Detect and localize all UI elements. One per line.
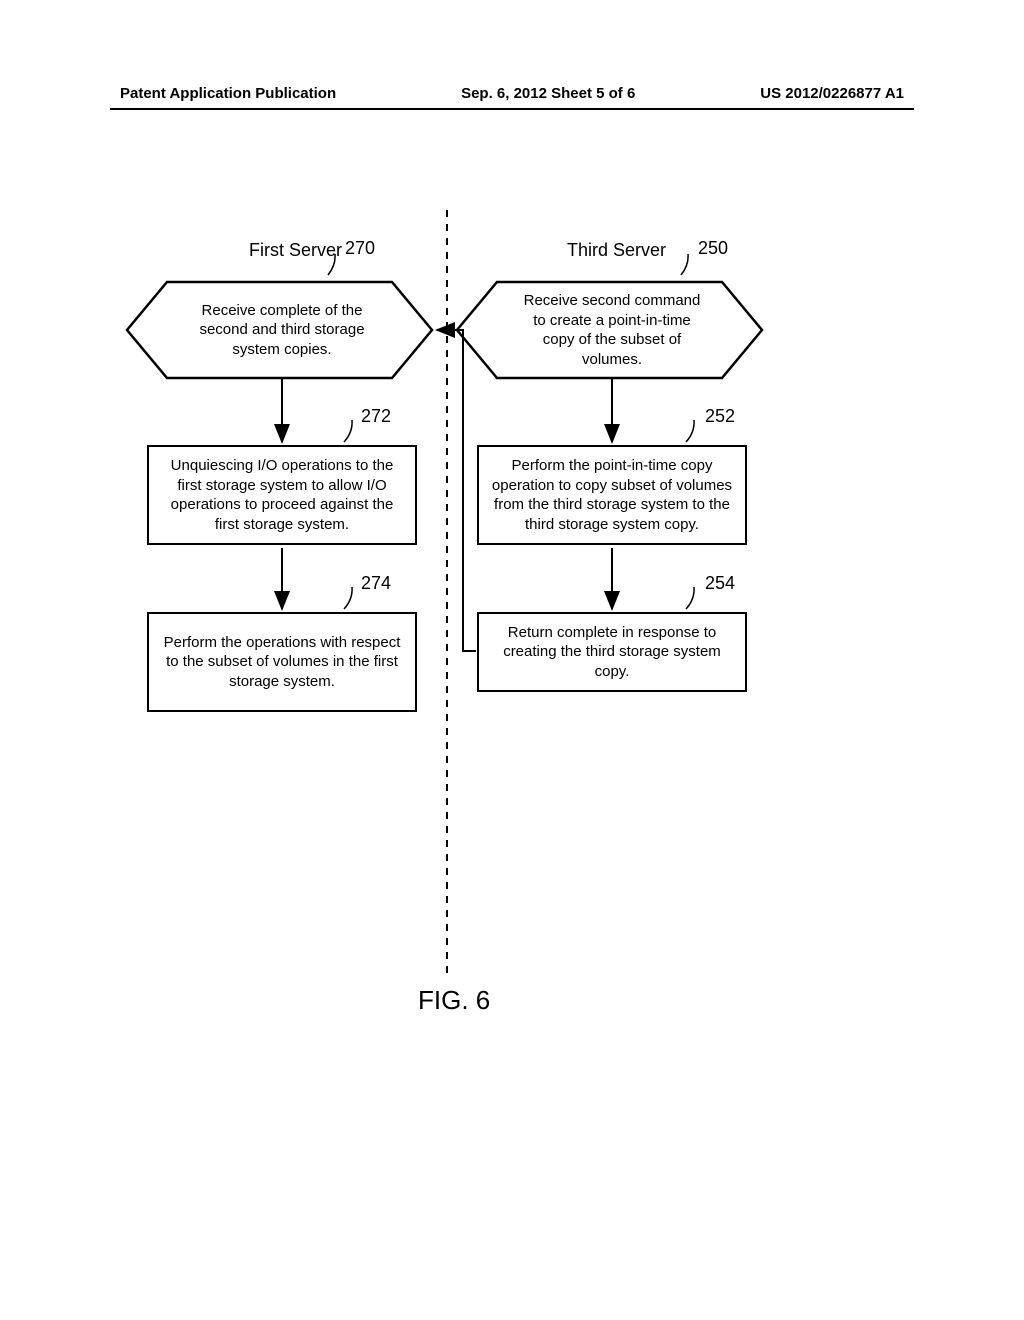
header-right: US 2012/0226877 A1 [760, 85, 904, 102]
box-270: Receive complete of the second and third… [157, 282, 407, 378]
label-270: 270 [345, 238, 375, 259]
header-divider [110, 108, 914, 110]
box-272: Unquiescing I/O operations to the first … [147, 445, 417, 545]
label-250: 250 [698, 238, 728, 259]
label-272: 272 [361, 406, 391, 427]
box-252: Perform the point-in-time copy operation… [477, 445, 747, 545]
box-250: Receive second command to create a point… [487, 282, 737, 378]
box-254: Return complete in response to creating … [477, 612, 747, 692]
box-274: Perform the operations with respect to t… [147, 612, 417, 712]
third-server-title: Third Server [567, 240, 666, 261]
header-left: Patent Application Publication [120, 85, 336, 102]
page-header: Patent Application Publication Sep. 6, 2… [0, 85, 1024, 102]
first-server-title: First Server [249, 240, 342, 261]
figure-label: FIG. 6 [418, 985, 490, 1016]
label-254: 254 [705, 573, 735, 594]
diagram: First Server Third Server 270 250 272 25… [0, 210, 1024, 1010]
label-274: 274 [361, 573, 391, 594]
header-center: Sep. 6, 2012 Sheet 5 of 6 [461, 85, 635, 102]
label-252: 252 [705, 406, 735, 427]
